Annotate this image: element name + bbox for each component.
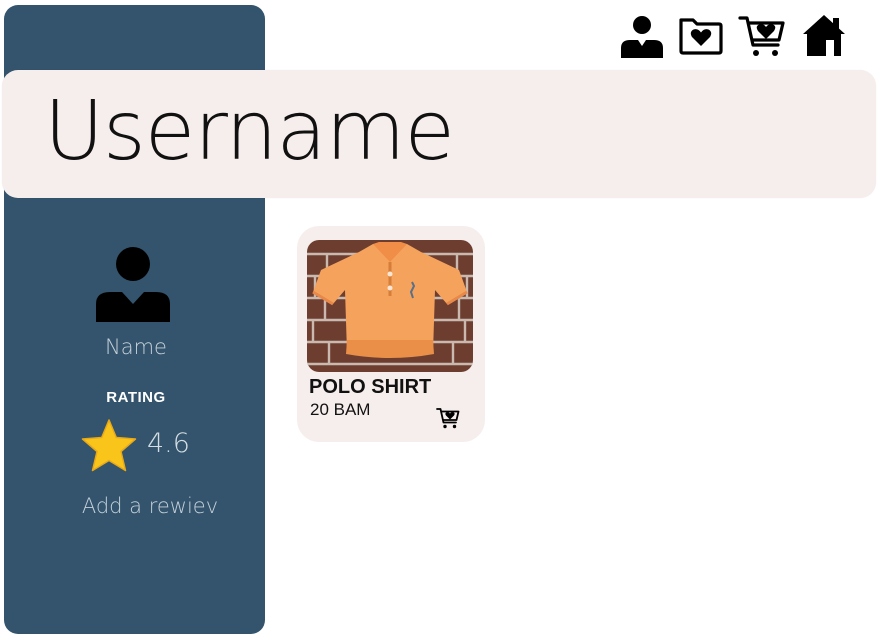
- profile-name: Name: [105, 335, 167, 359]
- username-banner: Username: [2, 70, 876, 198]
- rating-value: 4.6: [147, 428, 190, 459]
- add-review-link[interactable]: Add a rewiev: [60, 494, 240, 518]
- cart-heart-icon[interactable]: [738, 12, 786, 60]
- add-to-cart-icon[interactable]: [435, 406, 461, 430]
- top-navigation: [618, 12, 848, 60]
- favorites-folder-icon[interactable]: [677, 12, 725, 60]
- product-image: [307, 240, 473, 372]
- profile-icon[interactable]: [618, 12, 666, 60]
- product-name: POLO SHIRT: [309, 376, 432, 398]
- home-icon[interactable]: [800, 12, 848, 60]
- product-price: 20 BAM: [310, 400, 371, 419]
- product-card[interactable]: POLO SHIRT 20 BAM: [297, 226, 485, 442]
- page-title: Username: [44, 84, 455, 179]
- star-icon: [80, 418, 138, 474]
- avatar: [94, 244, 174, 322]
- rating-label: RATING: [106, 389, 166, 406]
